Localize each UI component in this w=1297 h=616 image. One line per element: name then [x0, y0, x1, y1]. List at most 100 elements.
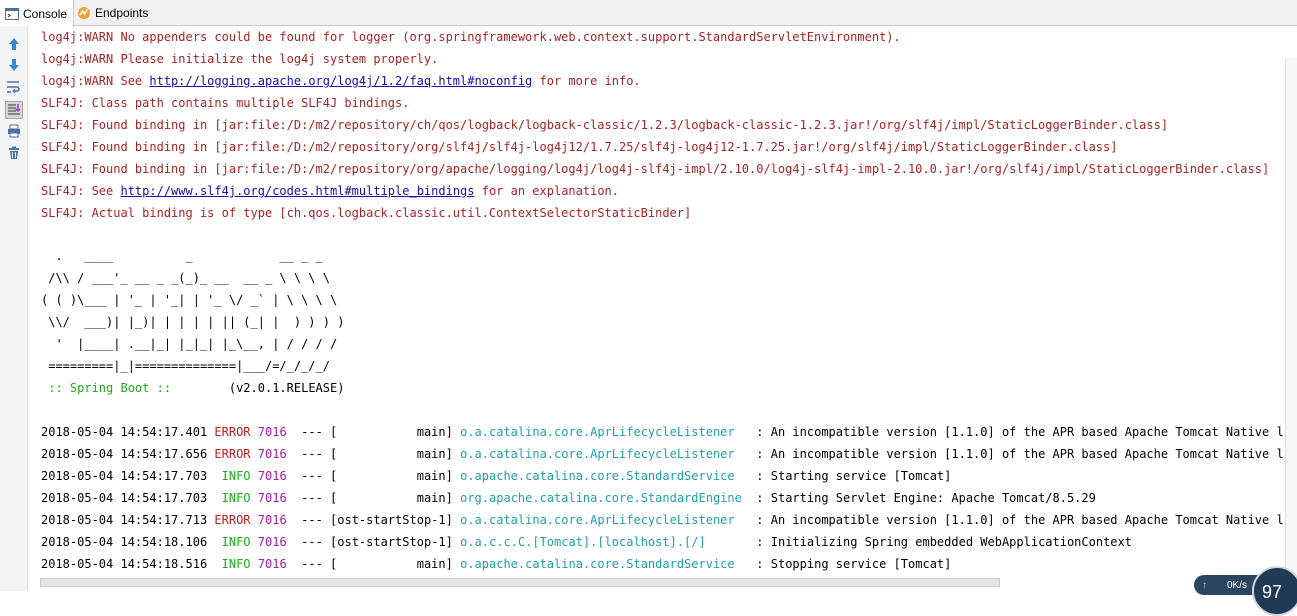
console-icon	[5, 7, 19, 21]
scroll-to-end-button[interactable]	[5, 101, 23, 119]
log-line: log4j:WARN See http://logging.apache.org…	[41, 70, 641, 92]
spring-banner-line: /\\ / ___'_ __ _ _(_)_ __ __ _ \ \ \ \	[41, 271, 330, 285]
log-pid: 7016	[257, 447, 287, 461]
log-line-text: SLF4J: See	[41, 184, 121, 198]
log-pid: 7016	[257, 513, 287, 527]
soft-wrap-button[interactable]	[5, 79, 23, 97]
spring-banner-line: . ____ _ __ _ _	[41, 249, 323, 263]
log-pid: 7016	[257, 557, 287, 571]
log-thread: [ main]	[330, 491, 453, 505]
tab-console-label: Console	[23, 6, 68, 21]
spring-banner-line: \\/ ___)| |_)| | | | | || (_| | ) ) ) )	[41, 315, 345, 329]
log-level: ERROR	[214, 513, 251, 527]
log-logger: o.a.catalina.core.AprLifecycleListener	[460, 513, 750, 527]
log-message: : Starting service [Tomcat]	[749, 469, 952, 483]
log-separator: ---	[293, 535, 331, 549]
tab-endpoints[interactable]: Endpoints	[72, 0, 154, 26]
tab-console[interactable]: Console	[0, 0, 75, 27]
log-message: : An incompatible version [1.1.0] of the…	[749, 425, 1285, 439]
log-level: ERROR	[214, 447, 251, 461]
log-pid: 7016	[257, 469, 287, 483]
log-logger: o.apache.catalina.core.StandardService	[460, 469, 750, 483]
spring-banner-line: =========|_|==============|___/=/_/_/_/	[41, 359, 330, 373]
log-timestamp: 2018-05-04 14:54:17.703	[41, 469, 208, 483]
log-logger: o.a.catalina.core.AprLifecycleListener	[460, 425, 750, 439]
log-timestamp: 2018-05-04 14:54:18.106	[41, 535, 208, 549]
log-line: SLF4J: Actual binding is of type [ch.qos…	[41, 202, 691, 224]
log-level: ERROR	[214, 425, 251, 439]
log-level: INFO	[214, 491, 251, 505]
log-separator: ---	[293, 425, 331, 439]
network-speed-text: 0K/s	[1227, 579, 1248, 591]
network-usage-badge: 97	[1252, 566, 1297, 616]
log-line-text-suffix: for an explanation.	[474, 184, 619, 198]
log-line: log4j:WARN Please initialize the log4j s…	[41, 48, 438, 70]
scroll-down-button[interactable]	[5, 57, 23, 75]
scroll-up-button[interactable]	[5, 36, 23, 54]
log-pid: 7016	[257, 425, 287, 439]
log-pid: 7016	[257, 491, 287, 505]
spring-boot-version: (v2.0.1.RELEASE)	[178, 381, 345, 395]
log-thread: [ main]	[330, 425, 453, 439]
log-entry: 2018-05-04 14:54:18.106 INFO 7016 --- [o…	[41, 531, 1132, 553]
log-pid: 7016	[257, 535, 287, 549]
log-link[interactable]: http://www.slf4j.org/codes.html#multiple…	[120, 184, 474, 198]
upload-arrow-icon: ↑	[1202, 579, 1207, 591]
log-line-text-suffix: for more info.	[532, 74, 641, 88]
log-logger: o.apache.catalina.core.StandardService	[460, 557, 750, 571]
log-entry: 2018-05-04 14:54:17.703 INFO 7016 --- [ …	[41, 487, 1096, 509]
arrow-up-icon	[7, 36, 21, 55]
print-button[interactable]	[5, 123, 23, 141]
log-line-text: SLF4J: Found binding in [jar:file:/D:/m2…	[41, 140, 1118, 154]
endpoints-icon	[77, 6, 91, 20]
vertical-scrollbar[interactable]	[1285, 58, 1297, 591]
tab-endpoints-label: Endpoints	[95, 6, 149, 20]
log-thread: [ main]	[330, 557, 453, 571]
network-usage-number: 97	[1262, 582, 1283, 602]
print-icon	[7, 123, 21, 142]
trash-icon	[7, 145, 21, 164]
log-line-text: SLF4J: Found binding in [jar:file:/D:/m2…	[41, 118, 1169, 132]
log-link[interactable]: http://logging.apache.org/log4j/1.2/faq.…	[149, 74, 532, 88]
log-message: : An incompatible version [1.1.0] of the…	[749, 513, 1285, 527]
log-timestamp: 2018-05-04 14:54:17.656	[41, 447, 208, 461]
log-logger: o.a.catalina.core.AprLifecycleListener	[460, 447, 750, 461]
log-logger: org.apache.catalina.core.StandardEngine	[460, 491, 750, 505]
log-level: INFO	[214, 535, 251, 549]
log-logger: o.a.c.c.C.[Tomcat].[localhost].[/]	[460, 535, 750, 549]
log-timestamp: 2018-05-04 14:54:17.401	[41, 425, 208, 439]
log-separator: ---	[293, 513, 331, 527]
clear-all-button[interactable]	[5, 145, 23, 163]
log-message: : Stopping service [Tomcat]	[749, 557, 952, 571]
log-separator: ---	[293, 491, 331, 505]
arrow-down-icon	[7, 57, 21, 76]
log-message: : Starting Servlet Engine: Apache Tomcat…	[749, 491, 1096, 505]
log-entry: 2018-05-04 14:54:17.713 ERROR 7016 --- […	[41, 509, 1285, 531]
log-separator: ---	[293, 447, 331, 461]
soft-wrap-icon	[6, 79, 22, 98]
log-line-text: log4j:WARN Please initialize the log4j s…	[41, 52, 439, 66]
log-entry: 2018-05-04 14:54:18.516 INFO 7016 --- [ …	[41, 553, 951, 575]
log-line: log4j:WARN No appenders could be found f…	[41, 27, 901, 48]
log-line: SLF4J: Found binding in [jar:file:/D:/m2…	[41, 114, 1168, 136]
log-line: SLF4J: See http://www.slf4j.org/codes.ht…	[41, 180, 619, 202]
log-level: INFO	[214, 469, 251, 483]
console-output[interactable]: log4j:WARN No appenders could be found f…	[29, 27, 1285, 576]
log-thread: [ main]	[330, 469, 453, 483]
log-separator: ---	[293, 469, 331, 483]
log-line-text: SLF4J: Found binding in [jar:file:/D:/m2…	[41, 162, 1270, 176]
spring-boot-label: :: Spring Boot ::	[41, 381, 179, 395]
log-separator: ---	[293, 557, 331, 571]
spring-banner-line: ( ( )\___ | '_ | '_| | '_ \/ _` | \ \ \ …	[41, 293, 338, 307]
log-entry: 2018-05-04 14:54:17.401 ERROR 7016 --- […	[41, 421, 1285, 443]
log-message: : Initializing Spring embedded WebApplic…	[749, 535, 1132, 549]
log-thread: [ main]	[330, 447, 453, 461]
log-timestamp: 2018-05-04 14:54:17.703	[41, 491, 208, 505]
horizontal-scrollbar[interactable]	[40, 578, 1000, 587]
log-thread: [ost-startStop-1]	[330, 535, 453, 549]
log-line-text: log4j:WARN No appenders could be found f…	[41, 30, 901, 44]
log-line-text: log4j:WARN See	[41, 74, 150, 88]
tool-window-tab-bar: Console Endpoints	[0, 0, 1297, 27]
log-level: INFO	[214, 557, 251, 571]
log-line: SLF4J: Found binding in [jar:file:/D:/m2…	[41, 136, 1117, 158]
